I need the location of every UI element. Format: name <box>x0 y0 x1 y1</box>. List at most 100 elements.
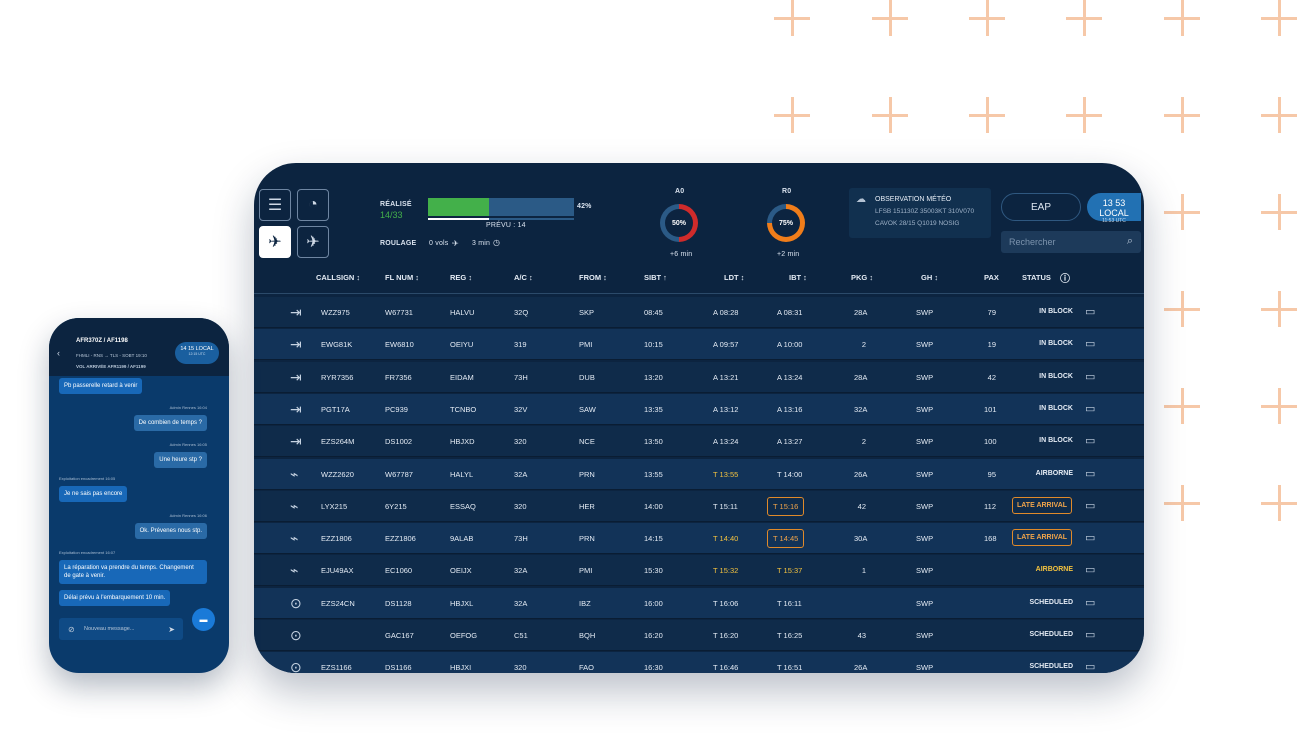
cell-pkg: 32A <box>854 404 868 414</box>
chat-icon[interactable]: ▭ <box>1085 434 1095 447</box>
cell-ac: 32V <box>514 404 528 414</box>
chat-icon[interactable]: ▭ <box>1085 628 1095 641</box>
cell-pkg: 1 <box>861 566 866 576</box>
cell-fl: FR7356 <box>385 372 412 382</box>
status-badge: AIRBORNE <box>1035 566 1073 574</box>
cell-sibt: 13:20 <box>644 372 663 382</box>
dashboard-gauge-button[interactable]: ◔ <box>297 189 329 221</box>
column-header-callsign[interactable]: CALLSIGN ↕ <box>316 273 360 282</box>
column-header-ibt[interactable]: IBT ↕ <box>789 273 807 282</box>
table-row[interactable]: ⇥ EWG81K EW6810 OEIYU 319 PMI 10:15 A 09:57 A 10… <box>254 329 1144 361</box>
message-bubble: De combien de temps ? <box>133 415 207 431</box>
table-row[interactable]: ⊙ EZS1166 DS1166 HBJXI 320 FAO 16:30 T 16:46 T 1… <box>254 652 1144 673</box>
table-row[interactable]: ⌁ LYX215 6Y215 ESSAQ 320 HER 14:00 T 15:11 T 15:… <box>254 490 1144 522</box>
arrivals-tab[interactable]: ✈ <box>259 226 291 258</box>
message-input[interactable]: ⊘ Nouveau message... ➤ <box>59 618 183 640</box>
column-header-pax[interactable]: PAX <box>984 273 999 282</box>
table-row[interactable]: ⌁ EJU49AX EC1060 OEIJX 32A PMI 15:30 T 15:32 T 1… <box>254 555 1144 587</box>
cell-reg: ESSAQ <box>450 501 476 511</box>
chat-icon[interactable]: ▭ <box>1085 370 1095 383</box>
search-icon: ⌕ <box>1126 235 1133 247</box>
info-icon[interactable]: ⓘ <box>1060 270 1070 285</box>
chat-icon[interactable]: ▭ <box>1085 563 1095 576</box>
table-row[interactable]: ⌁ EZZ1806 EZZ1806 9ALAB 73H PRN 14:15 T 14:40 T … <box>254 523 1144 555</box>
roulage-min: 3 min <box>472 240 491 247</box>
table-row[interactable]: ⇥ RYR7356 FR7356 EIDAM 73H DUB 13:20 A 13:21 A 1… <box>254 361 1144 393</box>
column-header-fl-num[interactable]: FL NUM ↕ <box>385 273 419 282</box>
chat-icon[interactable]: ▭ <box>1085 305 1095 318</box>
chat-icon[interactable]: ▭ <box>1085 531 1095 544</box>
eap-button[interactable]: EAP <box>1001 193 1081 221</box>
table-row[interactable]: ⇥ PGT17A PC939 TCNBO 32V SAW 13:35 A 13:12 A 13:… <box>254 393 1144 425</box>
cell-pax: 42 <box>987 372 996 382</box>
cell-sibt: 16:20 <box>644 631 663 640</box>
send-icon[interactable]: ➤ <box>168 625 175 634</box>
back-icon[interactable]: ‹ <box>57 348 60 358</box>
cell-pkg: 42 <box>857 501 866 511</box>
local-time-badge: 13 53 LOCAL 11:53 UTC <box>1087 193 1141 224</box>
status-badge: IN BLOCK <box>1039 308 1073 315</box>
table-header: CALLSIGN ↕ FL NUM ↕ REG ↕ A/C ↕ FROM ↕ SIBT ↑… <box>254 267 1144 289</box>
scheduled-plane-icon: ⊙ <box>290 627 302 643</box>
table-row[interactable]: ⊙ GAC167 OEFOG C51 BQH 16:20 T 16:20 T 16:25 43 S… <box>254 620 1144 651</box>
plus-icon <box>1261 388 1297 424</box>
r0-label: R0 <box>782 188 792 195</box>
cell-callsign: EZS264M <box>321 437 355 447</box>
cell-reg: TCNBO <box>450 404 477 414</box>
plus-icon <box>1164 97 1200 133</box>
column-header-reg[interactable]: REG ↕ <box>450 273 472 282</box>
table-row[interactable]: ⊙ EZS24CN DS1128 HBJXL 32A IBZ 16:00 T 16:06 T 1… <box>254 587 1144 619</box>
status-badge: SCHEDULED <box>1029 663 1073 671</box>
table-row[interactable]: ⇥ WZZ975 W67731 HALVU 32Q SKP 08:45 A 08:28 A 08… <box>254 297 1144 328</box>
message-meta: Exploitation encadrement 16:07 <box>59 550 116 555</box>
column-header-status[interactable]: STATUS <box>1022 273 1051 282</box>
cell-from: HER <box>579 501 595 511</box>
chat-icon[interactable]: ▭ <box>1085 499 1095 512</box>
plus-icon <box>1261 194 1297 230</box>
status-badge: IN BLOCK <box>1039 340 1073 348</box>
plus-icon <box>1066 0 1102 36</box>
column-header-ac[interactable]: A/C ↕ <box>514 273 533 282</box>
cell-pkg: 2 <box>861 437 866 447</box>
meteo-line1: LFSB 151130Z 35003KT 310V070 <box>875 208 975 215</box>
column-header-pkg[interactable]: PKG ↕ <box>851 273 873 282</box>
cell-fl: EZZ1806 <box>385 534 416 544</box>
cell-sibt: 14:00 <box>644 501 663 511</box>
column-header-from[interactable]: FROM ↕ <box>579 273 607 282</box>
landing-plane-icon: ⌁ <box>290 562 299 579</box>
realise-progress-bar <box>428 198 574 216</box>
chat-icon[interactable]: ▭ <box>1085 596 1095 609</box>
cell-callsign: EZZ1806 <box>321 534 352 544</box>
chat-fab-button[interactable]: ▬ <box>192 608 215 631</box>
plus-icon <box>1164 0 1200 36</box>
cell-from: NCE <box>579 437 595 447</box>
cell-callsign: EWG81K <box>321 340 353 350</box>
plus-icon <box>774 0 810 36</box>
search-input[interactable]: Rechercher ⌕ <box>1001 231 1141 253</box>
cell-sibt: 15:30 <box>644 566 663 576</box>
chat-icon[interactable]: ▭ <box>1085 467 1095 480</box>
table-row[interactable]: ⌁ WZZ2620 W67787 HALYL 32A PRN 13:55 T 13:55 T 1… <box>254 458 1144 490</box>
departures-tab[interactable]: ✈ <box>297 226 329 258</box>
status-badge: LATE ARRIVAL <box>1012 529 1072 547</box>
cell-pkg: 28A <box>854 308 868 317</box>
menu-button[interactable]: ☰ <box>259 189 291 221</box>
column-header-ldt[interactable]: LDT ↕ <box>724 273 744 282</box>
chat-icon[interactable]: ▭ <box>1085 660 1095 673</box>
attach-icon[interactable]: ⊘ <box>68 625 75 634</box>
status-badge: IN BLOCK <box>1039 437 1073 445</box>
plus-icon <box>1261 485 1297 521</box>
chat-icon[interactable]: ▭ <box>1085 402 1095 415</box>
chat-icon[interactable]: ▭ <box>1085 337 1095 350</box>
column-header-gh[interactable]: GH ↕ <box>921 273 938 282</box>
cell-from: BQH <box>579 631 596 640</box>
cell-reg: 9ALAB <box>450 534 474 544</box>
table-row[interactable]: ⇥ EZS264M DS1002 HBJXD 320 NCE 13:50 A 13:24 A 1… <box>254 426 1144 458</box>
prevu-line <box>428 218 574 220</box>
column-header-sibt[interactable]: SIBT ↑ <box>644 273 667 282</box>
cell-pax: 100 <box>984 437 997 447</box>
cell-reg: OEFOG <box>450 631 478 640</box>
cell-pkg: 26A <box>854 469 868 479</box>
cell-pax: 79 <box>987 308 996 317</box>
cell-fl: EC1060 <box>385 566 413 576</box>
